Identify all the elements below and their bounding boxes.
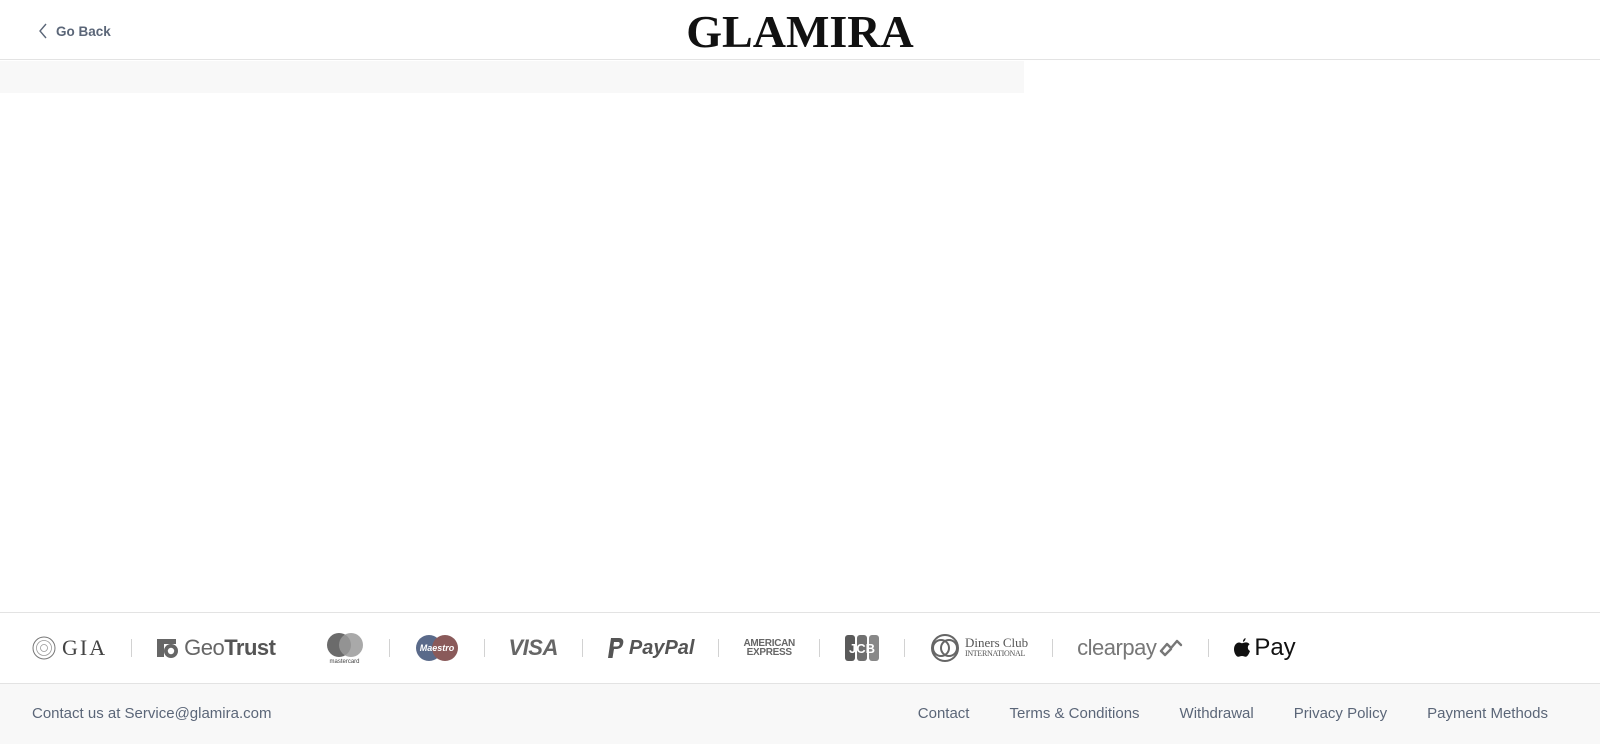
gia-text: GIA [62,635,108,660]
paypal-badge: PayPal [607,636,695,660]
divider [581,639,583,657]
visa-text: VISA [508,635,559,660]
clearpay-arrows-icon [1160,639,1183,657]
amex-text: AMERICAN EXPRESS [743,638,795,658]
footer-link-payment-methods[interactable]: Payment Methods [1427,705,1548,722]
diners-club-text: Diners Club INTERNATIONAL [964,635,1029,658]
maestro-text: Maestro [419,643,454,653]
mastercard-label: mastercard [329,658,360,665]
divider [388,639,390,657]
divider [818,639,820,657]
divider [1208,639,1210,657]
jcb-badge: JCB [844,634,880,662]
diners-club-icon [930,634,959,662]
clearpay-badge: clearpay [1077,635,1184,661]
header-bar: Go Back GLAMIRA [0,0,1600,60]
footer-link-privacy[interactable]: Privacy Policy [1294,705,1387,722]
geotrust-text: GeoTrust [184,635,276,660]
mastercard-icon [326,632,363,657]
divider [718,639,720,657]
gia-badge: GIA [32,635,107,661]
footer: Contact us at Service@glamira.com Contac… [0,684,1600,744]
divider [903,639,905,657]
jcb-text: JCB [849,641,875,656]
contact-email-text[interactable]: Contact us at Service@glamira.com [32,705,271,722]
footer-links: Contact Terms & Conditions Withdrawal Pr… [918,705,1548,722]
diners-club-badge: Diners Club INTERNATIONAL [929,634,1028,662]
paypal-icon [607,638,624,658]
mastercard-badge: mastercard [325,632,365,665]
footer-link-terms[interactable]: Terms & Conditions [1009,705,1139,722]
footer-link-contact[interactable]: Contact [918,705,970,722]
glamira-logo[interactable]: GLAMIRA [0,8,1600,56]
apple-pay-badge: Pay [1233,634,1296,662]
clearpay-text: clearpay [1077,635,1157,660]
maestro-icon: Maestro [415,635,458,661]
visa-badge: VISA [508,635,559,661]
divider [131,639,133,657]
footer-link-withdrawal[interactable]: Withdrawal [1180,705,1254,722]
gia-seal-icon [32,636,56,660]
divider [483,639,485,657]
content-loading-bar [0,61,1024,93]
amex-badge: AMERICAN EXPRESS [743,638,795,658]
jcb-icon: JCB [844,635,879,661]
geotrust-badge: GeoTrust [156,635,276,661]
paypal-text: PayPal [628,636,695,659]
divider [1052,639,1054,657]
trust-badges-strip: GIA GeoTrust mastercard Maestro VISA Pay… [0,612,1600,684]
apple-icon [1234,638,1251,657]
apple-pay-text: Pay [1254,634,1296,661]
maestro-badge: Maestro [414,634,460,662]
divider [300,639,301,657]
geotrust-icon [157,639,179,658]
